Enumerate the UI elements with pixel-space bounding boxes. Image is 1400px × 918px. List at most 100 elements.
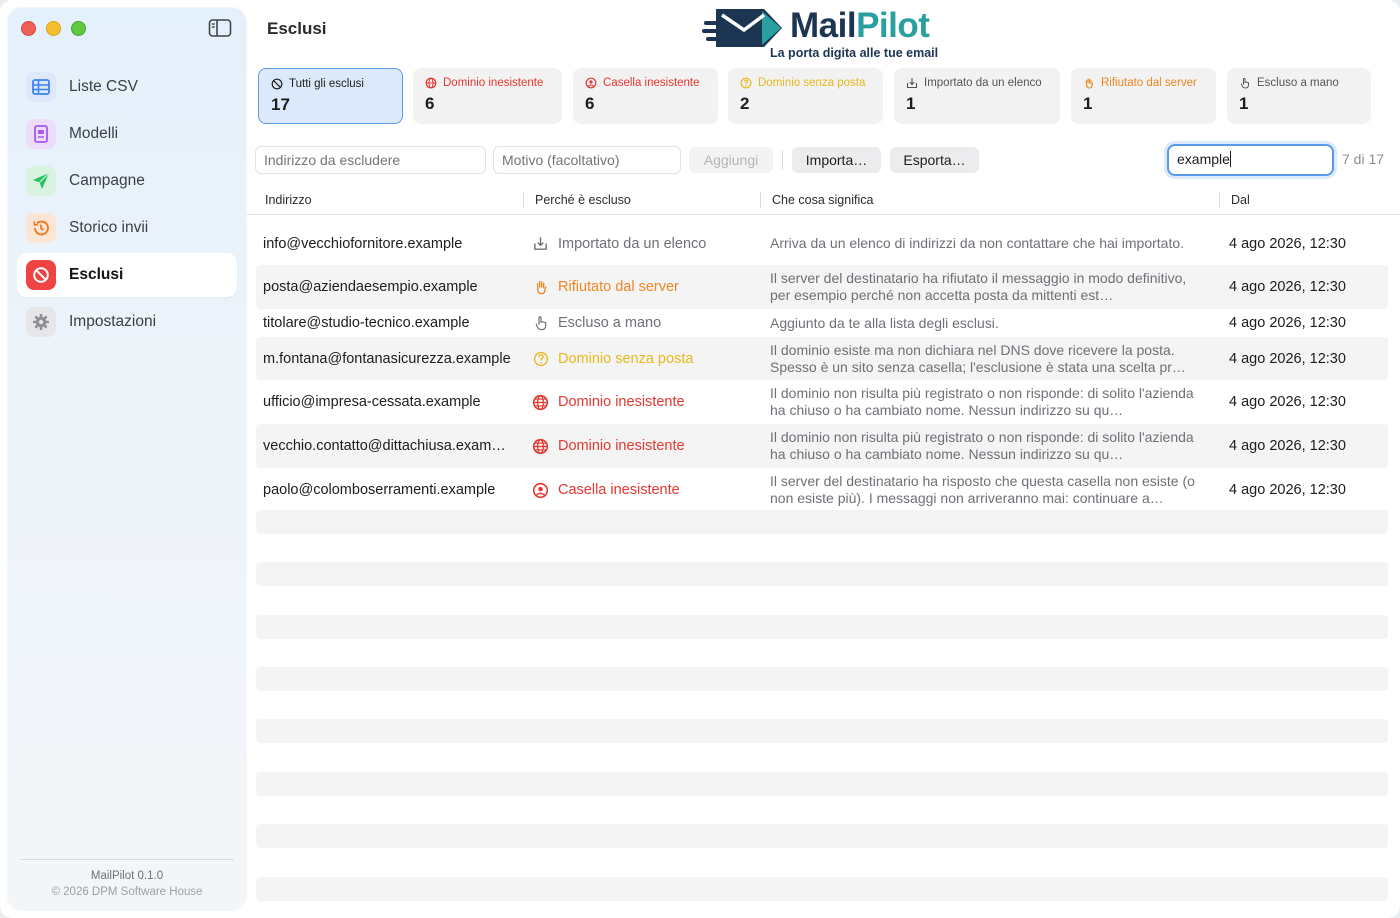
logo-wordmark: MailPilot [790,6,930,45]
question-circle-icon [740,77,752,89]
text-caret [1229,151,1231,167]
empty-row [256,510,1388,534]
logo-tagline: La porta digita alle tue email [770,46,939,60]
hand-point-icon [532,315,549,332]
import-button[interactable]: Importa… [792,147,881,173]
history-icon [26,213,56,243]
filter-count: 1 [1239,94,1249,113]
filter-count: 6 [425,94,435,113]
cell-meaning: Il dominio non risulta più registrato o … [770,429,1194,462]
template-icon [26,119,56,149]
sidebar-item-storico-invii[interactable]: Storico invii [17,206,237,250]
table-row[interactable]: m.fontana@fontanasicurezza.example Domini… [256,337,1388,380]
filter-count: 17 [271,95,290,114]
cell-date: 4 ago 2026, 12:30 [1229,279,1346,295]
sidebar-item-label: Impostazioni [69,313,157,330]
sidebar-item-label: Modelli [69,125,119,142]
column-header-dal[interactable]: Dal [1231,193,1250,207]
empty-row [256,772,1388,796]
table-row[interactable]: titolare@studio-tecnico.example Escluso a… [256,309,1388,337]
table-row[interactable]: posta@aziendaesempio.example Rifiutato da… [256,265,1388,309]
minimize-window-button[interactable] [46,21,61,36]
cell-reason: Importato da un elenco [532,222,706,265]
filter-card-dominio-inesistente[interactable]: Dominio inesistente 6 [413,68,562,124]
sidebar-item-liste-csv[interactable]: Liste CSV [17,65,237,109]
reason-label: Dominio inesistente [558,394,685,410]
result-count: 7 di 17 [1342,151,1385,167]
close-window-button[interactable] [21,21,36,36]
hand-stop-icon [1085,78,1094,89]
empty-row [256,667,1388,691]
table-body: info@vecchiofornitore.example Importato d… [256,222,1388,512]
cell-address: info@vecchiofornitore.example [263,235,463,252]
table-row[interactable]: vecchio.contatto@dittachiusa.exam… Domini… [256,424,1388,468]
filter-card-dominio-senza-posta[interactable]: Dominio senza posta 2 [728,68,883,124]
hand-point-icon [1241,77,1249,89]
address-input[interactable] [255,146,486,174]
filter-label: Casella inesistente [603,77,700,89]
filter-count: 1 [906,94,916,113]
column-divider[interactable] [523,192,524,208]
table-row[interactable]: ufficio@impresa-cessata.example Dominio i… [256,380,1388,424]
person-x-icon [532,482,549,499]
broken-globe-icon [425,77,437,89]
reason-label: Rifiutato dal server [558,279,679,295]
column-header-indirizzo[interactable]: Indirizzo [265,193,312,207]
sidebar-item-impostazioni[interactable]: Impostazioni [17,300,237,344]
envelope-logo-icon [702,9,782,47]
prohibited-icon [26,260,56,290]
sidebar-footer: MailPilot 0.1.0 © 2026 DPM Software Hous… [20,859,234,898]
column-divider[interactable] [1219,192,1220,208]
table-row[interactable]: info@vecchiofornitore.example Importato d… [256,222,1388,265]
filter-card-rifiutato[interactable]: Rifiutato dal server 1 [1071,68,1216,124]
sidebar-toggle-icon[interactable] [208,18,232,38]
filter-card-escluso-a-mano[interactable]: Escluso a mano 1 [1227,68,1371,124]
prohibited-icon [271,78,283,90]
zoom-window-button[interactable] [71,21,86,36]
search-value: example [1177,151,1230,167]
sidebar-item-label: Storico invii [69,219,149,236]
export-button[interactable]: Esporta… [890,147,979,173]
reason-label: Dominio inesistente [558,438,685,454]
filter-count: 1 [1083,94,1093,113]
cell-meaning: Il server del destinatario ha rifiutato … [770,270,1187,303]
toolbar-divider [782,151,783,169]
column-header-perche[interactable]: Perché è escluso [535,193,631,207]
cell-date: 4 ago 2026, 12:30 [1229,438,1346,454]
person-x-icon [585,77,597,89]
cell-meaning: Il server del destinatario ha risposto c… [770,473,1195,506]
sidebar-item-label: Liste CSV [69,78,138,95]
cell-address: ufficio@impresa-cessata.example [263,394,481,410]
sidebar: Liste CSV Modelli Campagne Storico invii [8,8,246,910]
filter-count: 6 [585,94,595,113]
filter-card-importato[interactable]: Importato da un elenco 1 [894,68,1060,124]
sidebar-item-esclusi[interactable]: Esclusi [17,253,237,297]
filter-label: Dominio senza posta [758,77,866,89]
sidebar-item-label: Campagne [69,172,145,189]
cell-reason: Rifiutato dal server [532,265,679,309]
filter-card-tutti[interactable]: Tutti gli esclusi 17 [258,68,403,124]
column-divider[interactable] [760,192,761,208]
cell-reason: Dominio inesistente [532,380,685,424]
column-header-significato[interactable]: Che cosa significa [772,193,873,207]
table-row[interactable]: paolo@colomboserramenti.example Casella i… [256,468,1388,512]
sidebar-item-modelli[interactable]: Modelli [17,112,237,156]
filter-count: 2 [740,94,750,113]
search-input[interactable]: example [1167,144,1334,176]
hand-stop-icon [532,279,549,296]
question-circle-icon [532,350,549,367]
cell-address: titolare@studio-tecnico.example [263,315,470,331]
broken-globe-icon [532,394,549,411]
reason-input[interactable] [493,146,681,174]
filter-card-casella-inesistente[interactable]: Casella inesistente 6 [573,68,718,124]
filter-label: Dominio inesistente [443,77,544,89]
filter-label: Tutti gli esclusi [289,78,364,90]
reason-label: Dominio senza posta [558,350,694,367]
import-tray-icon [906,78,918,89]
sidebar-item-campagne[interactable]: Campagne [17,159,237,203]
page-title: Esclusi [267,19,327,38]
cell-date: 4 ago 2026, 12:30 [1229,482,1346,498]
copyright: © 2026 DPM Software House [51,886,203,898]
add-button[interactable]: Aggiungi [689,147,773,173]
cell-date: 4 ago 2026, 12:30 [1229,315,1346,331]
